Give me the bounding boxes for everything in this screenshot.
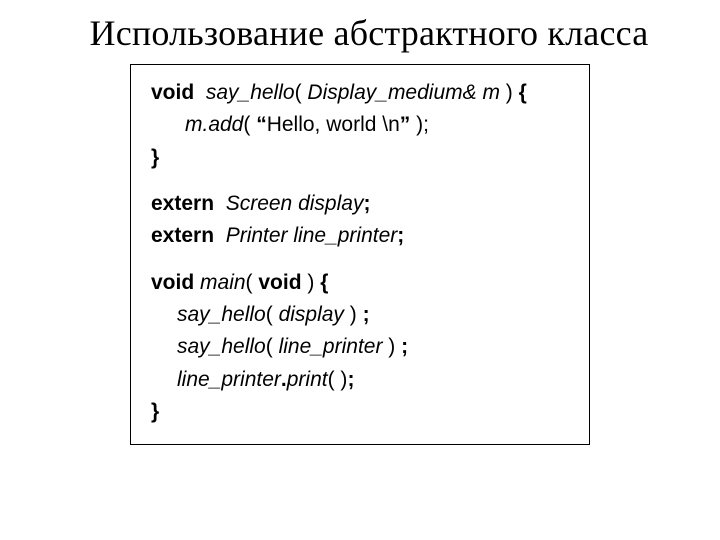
- fn-main: main: [200, 271, 246, 294]
- code-line-6: void main( void ) {: [151, 269, 569, 297]
- slide-title: Использование абстрактного класса: [28, 12, 710, 54]
- code-line-5: extern Printer line_printer;: [151, 222, 569, 250]
- keyword-extern: extern: [151, 224, 214, 247]
- method-call: m.add: [185, 113, 243, 136]
- code-line-8: say_hello( line_printer ) ;: [151, 333, 569, 361]
- code-line-10: }: [151, 398, 569, 426]
- obj-line-printer: line_printer: [177, 368, 281, 391]
- arg-line-printer: line_printer: [279, 335, 383, 358]
- code-box: void say_hello( Display_medium& m ) { m.…: [130, 64, 590, 445]
- code-line-7: say_hello( display ) ;: [151, 301, 569, 329]
- fn-say-hello: say_hello: [206, 81, 295, 104]
- keyword-void: void: [258, 271, 301, 294]
- call-say-hello: say_hello: [177, 303, 266, 326]
- blank-line: [151, 176, 569, 190]
- param-type: Display_medium& m: [307, 81, 500, 104]
- slide: Использование абстрактного класса void s…: [0, 0, 720, 540]
- code-line-2: m.add( “Hello, world \n” );: [151, 111, 569, 139]
- code-line-4: extern Screen display;: [151, 190, 569, 218]
- decl-screen: Screen display: [226, 192, 364, 215]
- string-literal: Hello, world \n: [267, 113, 400, 136]
- code-line-1: void say_hello( Display_medium& m ) {: [151, 79, 569, 107]
- call-say-hello: say_hello: [177, 335, 266, 358]
- keyword-extern: extern: [151, 192, 214, 215]
- code-line-9: line_printer.print( );: [151, 366, 569, 394]
- decl-printer: Printer line_printer: [226, 224, 398, 247]
- keyword-void: void: [151, 271, 194, 294]
- arg-display: display: [279, 303, 344, 326]
- method-print: print: [287, 368, 328, 391]
- code-line-3: }: [151, 144, 569, 172]
- blank-line: [151, 255, 569, 269]
- keyword-void: void: [151, 81, 194, 104]
